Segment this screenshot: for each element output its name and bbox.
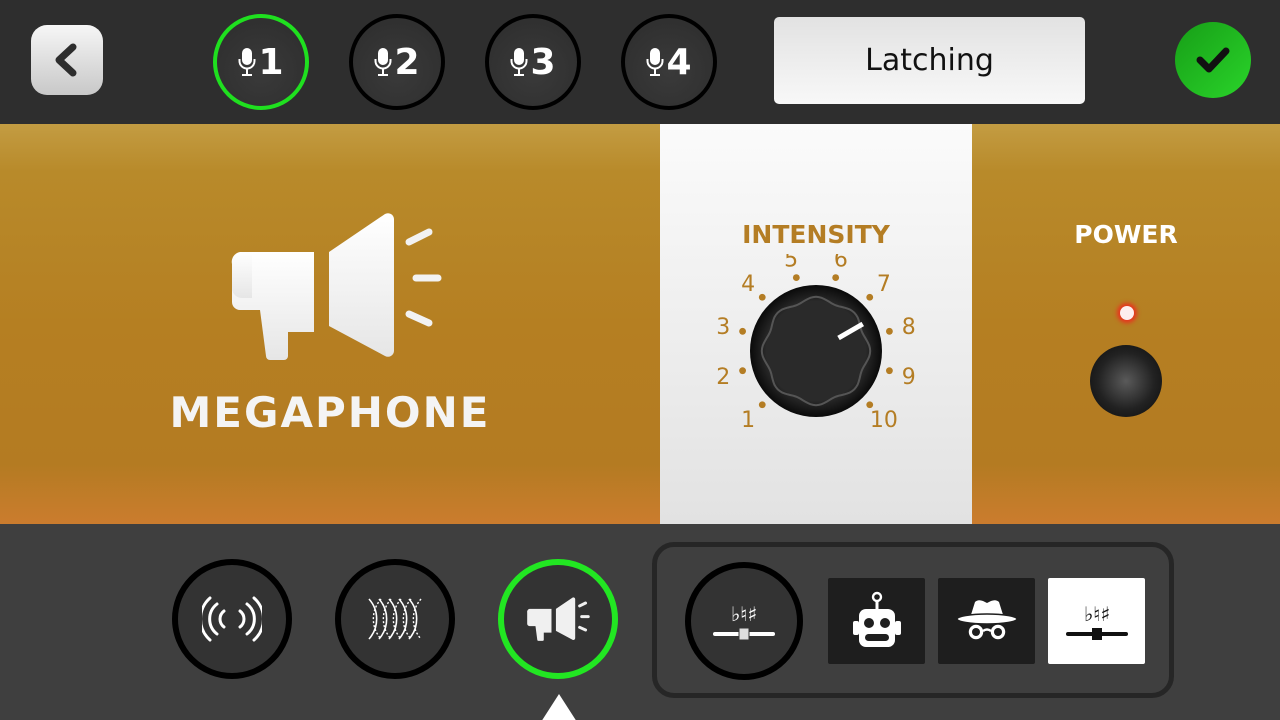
power-panel: POWER [972,124,1280,524]
megaphone-icon [527,597,590,641]
selected-effect-pointer [541,694,577,720]
scale-dot [886,367,893,375]
voice-modifier-group: ♭♮♯ ♭♮♯ [652,542,1174,698]
voice-option-robot[interactable] [828,578,925,664]
megaphone-icon [231,213,442,360]
incognito-icon [955,600,1018,641]
scale-label: 9 [902,365,916,390]
scale-dot [739,327,746,335]
power-led [1120,306,1134,320]
scale-label: 3 [716,315,730,340]
scale-label: 5 [784,254,798,272]
scale-label: 10 [870,408,898,433]
pitch-shift-button[interactable]: ♭♮♯ [685,562,803,680]
top-bar: 1 2 3 4 Latching [0,0,1280,124]
mode-button[interactable]: Latching [774,17,1085,104]
effect-display: MEGAPHONE [0,124,660,524]
pitch-shift-icon: ♭♮♯ [713,602,775,641]
intensity-knob[interactable]: 12345 678910 [660,254,972,454]
reverb-waves-icon [368,598,422,640]
effect-button-radio-waves[interactable] [172,559,292,679]
effects-bar: ♭♮♯ ♭♮♯ [0,524,1280,720]
effect-panel: MEGAPHONE INTENSITY 1 2 3 4 5 6 7 8 9 10 POWER [0,124,1280,524]
microphone-icon [646,48,664,76]
robot-icon [852,591,901,647]
confirm-button[interactable] [1175,22,1251,98]
scale-label: 2 [716,365,730,390]
scale-label: 1 [741,408,755,433]
voice-option-pitch[interactable]: ♭♮♯ [1048,578,1145,664]
voice-option-incognito[interactable] [938,578,1035,664]
channel-button-4[interactable]: 4 [621,14,717,110]
channel-number: 3 [530,41,556,83]
chevron-left-icon [55,43,77,77]
microphone-icon [238,48,256,76]
radio-waves-icon [202,596,262,642]
scale-label: 6 [834,254,848,272]
scale-dot [866,293,874,301]
scale-dot [792,274,800,281]
channel-button-2[interactable]: 2 [349,14,445,110]
pitch-shift-icon: ♭♮♯ [1065,602,1128,640]
back-button[interactable] [31,25,103,95]
power-label: POWER [1074,220,1178,249]
scale-label: 8 [902,315,916,340]
channel-number: 1 [258,41,284,83]
checkmark-icon [1196,47,1230,73]
scale-dot [758,293,766,301]
scale-dot [886,327,893,335]
intensity-panel: INTENSITY 1 2 3 4 5 6 7 8 9 10 [660,124,972,524]
microphone-icon [510,48,528,76]
scale-dot [758,401,766,409]
channel-button-1[interactable]: 1 [213,14,309,110]
microphone-icon [374,48,392,76]
scale-label: 4 [741,272,755,297]
knob-body[interactable] [750,285,882,417]
power-button[interactable] [1090,345,1162,417]
channel-number: 4 [666,41,692,83]
effect-name: MEGAPHONE [169,388,491,437]
effect-button-megaphone[interactable] [498,559,618,679]
channel-button-3[interactable]: 3 [485,14,581,110]
scale-label: 7 [877,272,891,297]
effect-button-reverb[interactable] [335,559,455,679]
scale-dot [739,367,746,375]
channel-number: 2 [394,41,420,83]
pitch-symbols: ♭♮♯ [731,602,757,626]
intensity-label: INTENSITY [742,220,890,249]
scale-dot [832,274,840,281]
pitch-symbols: ♭♮♯ [1083,602,1109,626]
